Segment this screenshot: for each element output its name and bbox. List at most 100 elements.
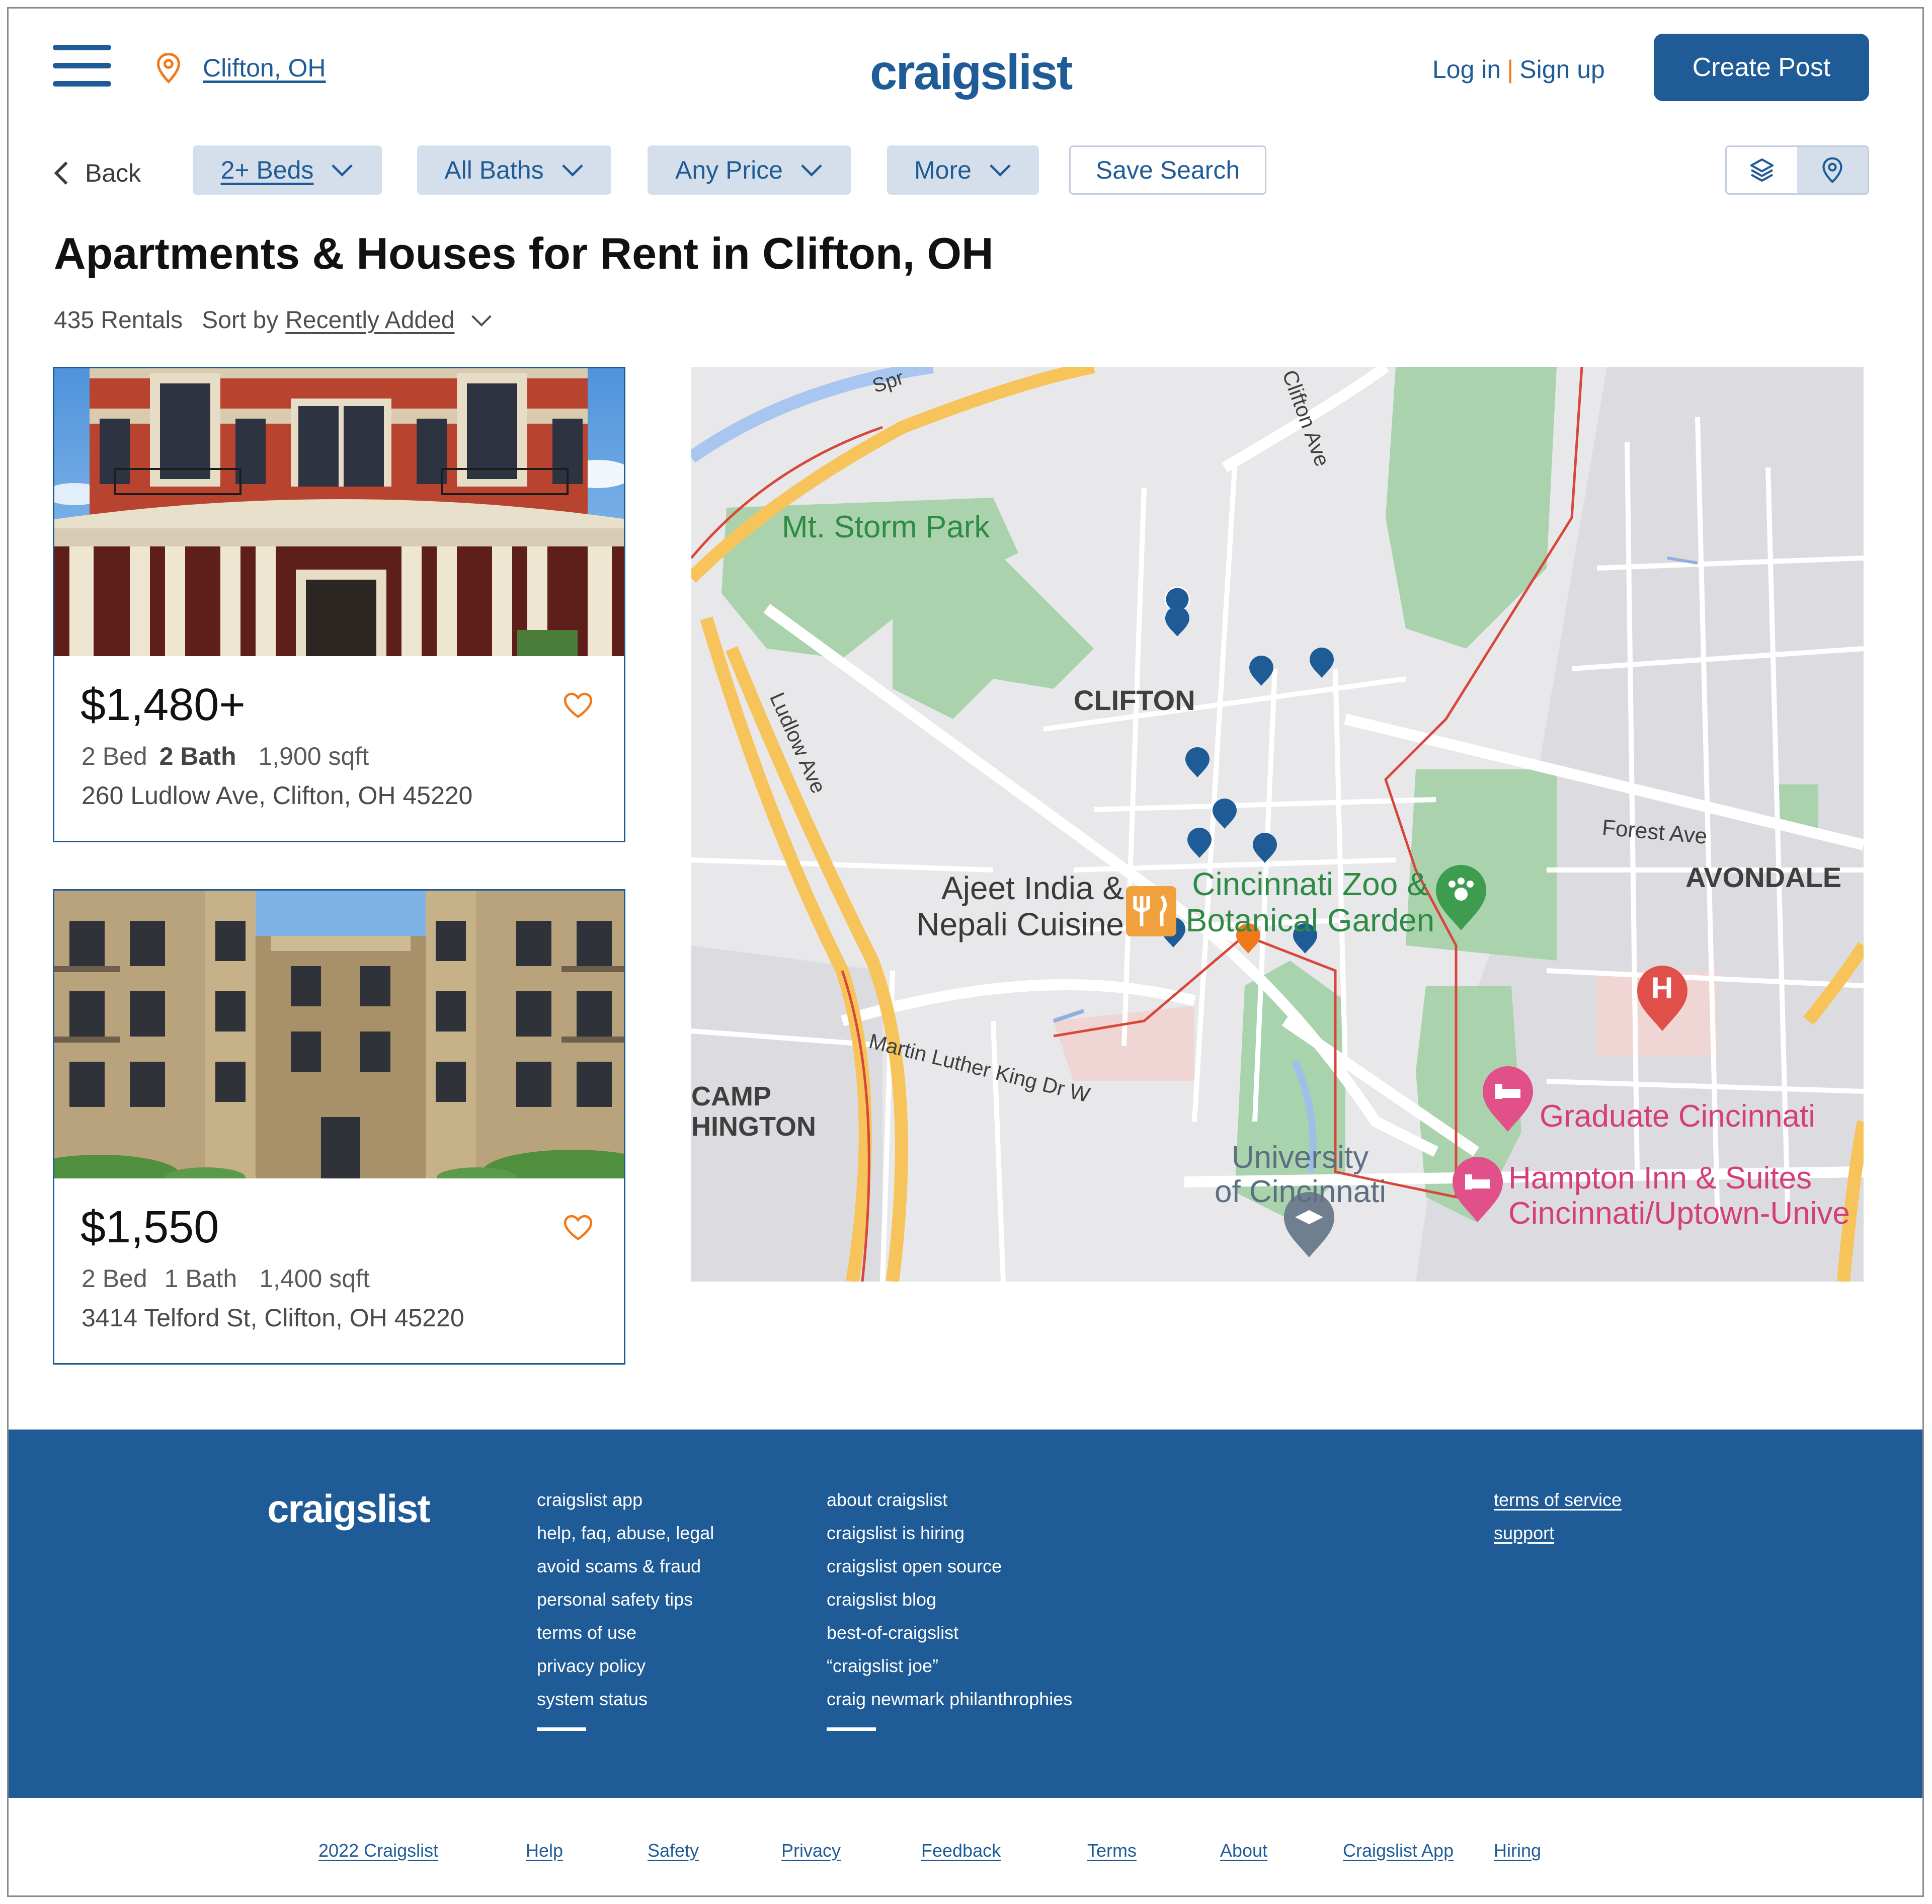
footer-link[interactable]: personal safety tips [537,1591,714,1609]
map-view-button[interactable] [1797,147,1868,193]
footer-column-2: about craigslist craigslist is hiring cr… [827,1491,1072,1731]
price-filter[interactable]: Any Price [648,145,851,195]
beds-filter[interactable]: 2+ Beds [193,145,382,195]
chevron-down-icon [990,164,1011,177]
footer-link[interactable]: terms of service [1494,1491,1622,1509]
layers-icon [1750,158,1774,182]
page-frame: Clifton, OH craigslist Log in | Sign up … [7,7,1924,1897]
bottom-link-feedback[interactable]: Feedback [921,1840,1001,1861]
bottom-link-hiring[interactable]: Hiring [1494,1840,1541,1861]
sort-label: Sort by [202,307,279,334]
listing-baths: 2 Bath [159,742,236,770]
map-label-clifton: CLIFTON [1074,684,1195,716]
bottom-link-privacy[interactable]: Privacy [781,1840,841,1861]
bottom-link-about[interactable]: About [1220,1840,1267,1861]
map-label-graduate: Graduate Cincinnati [1540,1099,1815,1134]
listing-price: $1,480+ [80,680,246,730]
footer-column-1: craigslist app help, faq, abuse, legal a… [537,1491,714,1731]
sort-value: Recently Added [285,307,455,334]
create-post-button[interactable]: Create Post [1654,34,1869,101]
zoo-name-line1: Cincinnati Zoo & [1192,866,1428,902]
location-selector[interactable]: Clifton, OH [154,49,326,87]
listing-specs: 2 Bed 2 Bath 1,900 sqft [82,742,369,771]
chevron-down-icon [561,164,583,177]
results-summary: 435 Rentals Sort by Recently Added [54,306,493,334]
bottom-link-help[interactable]: Help [526,1840,563,1861]
footer-link[interactable]: privacy policy [537,1657,714,1675]
listing-beds: 2 Bed [82,742,147,770]
listing-card[interactable]: $1,550 2 Bed 1 Bath 1,400 sqft 3414 Telf… [53,889,625,1365]
footer-link[interactable]: about craigslist [827,1491,1072,1509]
camp-line1: CAMP [691,1081,771,1112]
listing-sqft: 1,400 sqft [259,1264,370,1293]
listing-address: 3414 Telford St, Clifton, OH 45220 [82,1304,464,1332]
map-label-camp: CAMP HINGTON [691,1081,816,1142]
favorite-heart-icon[interactable] [562,690,594,720]
footer-link[interactable]: terms of use [537,1624,714,1642]
footer-divider [537,1727,586,1731]
favorite-heart-icon[interactable] [562,1213,594,1242]
baths-filter[interactable]: All Baths [417,145,611,195]
location-link[interactable]: Clifton, OH [203,53,326,83]
hamburger-menu-icon[interactable] [53,45,111,88]
footer-link[interactable]: support [1494,1524,1622,1542]
footer-column-3: terms of service support [1494,1491,1622,1542]
map-label-hospital: H [1651,971,1673,1005]
footer-logo[interactable]: craigslist [267,1486,431,1532]
back-label: Back [85,159,141,187]
bottom-link-copyright[interactable]: 2022 Craigslist [318,1840,438,1861]
back-button[interactable]: Back [52,158,141,188]
footer-link[interactable]: help, faq, abuse, legal [537,1524,714,1542]
page-title: Apartments & Houses for Rent in Clifton,… [54,228,994,278]
footer-link[interactable]: craig newmark philanthrophies [827,1690,1072,1708]
rental-map[interactable]: Mt. Storm Park CLIFTON Ludlow Ave Clifto… [691,367,1864,1282]
chevron-down-icon [332,164,353,177]
university-line2: of Cincinnati [1215,1174,1387,1209]
footer-link[interactable]: system status [537,1690,714,1708]
bottom-link-safety[interactable]: Safety [648,1840,699,1861]
bottom-link-terms[interactable]: Terms [1087,1840,1137,1861]
listing-card[interactable]: $1,480+ 2 Bed 2 Bath 1,900 sqft 260 Ludl… [53,367,625,842]
auth-links: Log in | Sign up [1432,55,1605,84]
listing-specs: 2 Bed 1 Bath 1,400 sqft [82,1264,370,1293]
footer-link[interactable]: craigslist is hiring [827,1524,1072,1542]
sort-selector[interactable]: Sort by Recently Added [202,306,493,334]
listing-photo[interactable] [54,891,624,1178]
map-pin-icon [1822,157,1842,184]
zoo-name-line2: Botanical Garden [1185,902,1435,938]
login-link[interactable]: Log in [1432,55,1501,84]
results-count: 435 Rentals [54,307,183,334]
layers-view-button[interactable] [1727,147,1797,193]
footer-link[interactable]: craigslist app [537,1491,714,1509]
map-label-avondale: AVONDALE [1685,861,1842,893]
restaurant-name-line1: Ajeet India & [941,870,1124,906]
location-pin-icon [156,53,181,84]
listing-address: 260 Ludlow Ave, Clifton, OH 45220 [82,781,473,810]
footer-link[interactable]: best-of-craigslist [827,1624,1072,1642]
footer-divider [827,1727,876,1731]
footer-link[interactable]: avoid scams & fraud [537,1557,714,1575]
footer-link[interactable]: craigslist blog [827,1591,1072,1609]
more-filter[interactable]: More [887,145,1039,195]
restaurant-icon[interactable] [1126,886,1176,936]
map-label-park: Mt. Storm Park [782,510,990,544]
view-toggle [1725,145,1869,195]
listing-photo[interactable] [54,368,624,656]
listing-beds: 2 Bed [82,1264,147,1293]
bottom-link-app[interactable]: Craigslist App [1343,1840,1454,1861]
chevron-down-icon [471,314,492,327]
more-filter-label: More [914,156,972,184]
craigslist-logo[interactable]: craigslist [870,44,1073,101]
chevron-left-icon [54,162,68,185]
listing-baths: 1 Bath [164,1264,237,1293]
footer-link[interactable]: “craigslist joe” [827,1657,1072,1675]
hampton-line2: Cincinnati/Uptown-Unive [1508,1196,1850,1231]
camp-line2: HINGTON [691,1112,817,1142]
university-line1: University [1231,1140,1369,1175]
footer-link[interactable]: craigslist open source [827,1557,1072,1575]
save-search-button[interactable]: Save Search [1069,145,1266,195]
signup-link[interactable]: Sign up [1519,55,1605,84]
map-label-hampton: Hampton Inn & Suites Cincinnati/Uptown-U… [1508,1161,1850,1231]
map-label-zoo: Cincinnati Zoo & Botanical Garden [1179,866,1441,938]
baths-filter-label: All Baths [444,156,544,184]
